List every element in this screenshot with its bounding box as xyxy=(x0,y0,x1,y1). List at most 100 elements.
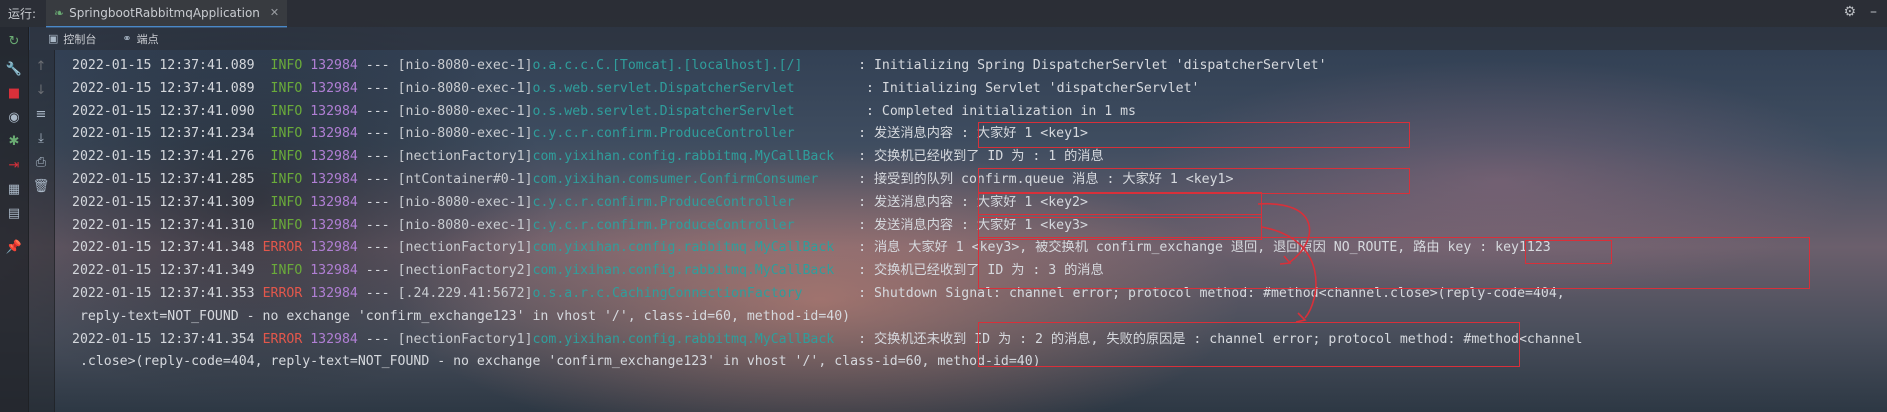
log-date: 2022-01-15 12:37:41.354 xyxy=(72,331,255,347)
log-line: 2022-01-15 12:37:41.276 INFO 132984 --- … xyxy=(72,146,1104,168)
log-pid: 132984 xyxy=(310,286,358,301)
log-logger: c.y.c.r.confirm.ProduceController xyxy=(532,194,851,210)
camera-icon[interactable]: ◉ xyxy=(4,107,24,127)
log-line: reply-text=NOT_FOUND - no exchange 'conf… xyxy=(72,306,850,328)
log-colon: : xyxy=(850,58,874,73)
log-separator: --- xyxy=(357,240,398,256)
log-colon: : xyxy=(850,172,874,187)
log-date: 2022-01-15 12:37:41.089 xyxy=(72,58,255,73)
log-pid: 132984 xyxy=(310,58,358,73)
log-line: 2022-01-15 12:37:41.354 ERROR 132984 ---… xyxy=(72,329,1582,351)
log-logger: com.yixihan.comsumer.ConfirmConsumer xyxy=(532,172,851,187)
log-message: 接受到的队列 confirm.queue 消息 : 大家好 1 <key1> xyxy=(873,172,1234,187)
grid-icon[interactable]: ▤ xyxy=(4,203,24,223)
log-pid: 132984 xyxy=(310,331,358,347)
console-output[interactable]: 2022-01-15 12:37:41.089 INFO 132984 --- … xyxy=(72,55,1887,385)
log-message: Initializing Spring DispatcherServlet 'd… xyxy=(873,58,1327,73)
log-line: 2022-01-15 12:37:41.310 INFO 132984 --- … xyxy=(72,215,1088,237)
log-separator: --- xyxy=(357,331,398,347)
log-line: 2022-01-15 12:37:41.234 INFO 132984 --- … xyxy=(72,123,1088,145)
log-pid: 132984 xyxy=(310,194,358,210)
up-arrow-icon[interactable]: ↑ xyxy=(31,56,51,76)
scroll-to-end-icon[interactable]: ⤓ xyxy=(31,128,51,148)
log-separator: --- xyxy=(357,80,398,96)
pin-icon[interactable]: 📌 xyxy=(4,237,24,257)
log-colon: : xyxy=(850,263,874,279)
debug-bug-icon[interactable]: ✱ xyxy=(4,131,24,151)
log-pid: 132984 xyxy=(310,80,358,96)
log-separator: --- xyxy=(357,126,398,142)
log-pid: 132984 xyxy=(310,263,358,279)
log-message: 交换机已经收到了 ID 为 : 1 的消息 xyxy=(873,149,1104,165)
log-level: INFO xyxy=(262,172,311,187)
log-date: 2022-01-15 12:37:41.349 xyxy=(72,263,255,279)
log-continuation: .close>(reply-code=404, reply-text=NOT_F… xyxy=(72,354,1041,370)
log-colon: : xyxy=(850,286,874,301)
log-separator: --- xyxy=(357,263,398,279)
log-pid: 132984 xyxy=(310,126,358,142)
log-line: 2022-01-15 12:37:41.089 INFO 132984 --- … xyxy=(72,78,1200,100)
exit-icon[interactable]: ⇥ xyxy=(4,155,24,175)
log-thread: [nio-8080-exec-1] xyxy=(397,217,533,233)
run-tab-label: SpringbootRabbitmqApplication xyxy=(69,5,260,20)
tab-console[interactable]: ▣ 控制台 xyxy=(40,27,104,50)
log-level: INFO xyxy=(262,58,311,73)
log-pid: 132984 xyxy=(310,149,358,165)
log-thread: [nio-8080-exec-1] xyxy=(397,194,533,210)
gear-icon[interactable]: ⚙ xyxy=(1843,4,1856,20)
log-level: ERROR xyxy=(262,331,311,347)
log-message: 发送消息内容 : 大家好 1 <key1> xyxy=(873,126,1088,142)
down-arrow-icon[interactable]: ↓ xyxy=(31,80,51,100)
soft-wrap-icon[interactable]: ≡ xyxy=(31,104,51,124)
log-separator: --- xyxy=(357,58,398,73)
log-date: 2022-01-15 12:37:41.234 xyxy=(72,126,255,142)
log-date: 2022-01-15 12:37:41.309 xyxy=(72,194,255,210)
log-level: INFO xyxy=(262,126,311,142)
close-icon[interactable]: ✕ xyxy=(270,6,279,19)
log-pid: 132984 xyxy=(310,172,358,187)
log-thread: [nectionFactory2] xyxy=(397,263,533,279)
log-thread: [nectionFactory1] xyxy=(397,240,533,256)
log-line: 2022-01-15 12:37:41.353 ERROR 132984 ---… xyxy=(72,283,1565,305)
layout-icon[interactable]: ▦ xyxy=(4,179,24,199)
log-message: 交换机已经收到了 ID 为 : 3 的消息 xyxy=(873,263,1104,279)
log-pid: 132984 xyxy=(310,103,358,119)
log-line: 2022-01-15 12:37:41.285 INFO 132984 --- … xyxy=(72,169,1233,191)
log-thread: [nio-8080-exec-1] xyxy=(397,58,533,73)
log-message: Completed initialization in 1 ms xyxy=(881,103,1136,119)
console-icon: ▣ xyxy=(48,32,59,45)
run-toolbar: ↻ 🔧 ■ ◉ ✱ ⇥ ▦ ▤ 📌 xyxy=(0,27,29,412)
log-logger: com.yixihan.config.rabbitmq.MyCallBack xyxy=(532,331,851,347)
stop-icon[interactable]: ■ xyxy=(4,83,24,103)
console-subtabs: ▣ 控制台 ⚭ 端点 xyxy=(30,27,1887,50)
log-colon: : xyxy=(850,240,874,256)
log-colon: : xyxy=(858,80,882,96)
tab-run-configuration[interactable]: ❧ SpringbootRabbitmqApplication ✕ xyxy=(46,0,288,28)
log-pid: 132984 xyxy=(310,217,358,233)
log-thread: [nectionFactory1] xyxy=(397,149,533,165)
log-line: 2022-01-15 12:37:41.349 INFO 132984 --- … xyxy=(72,260,1104,282)
log-level: INFO xyxy=(262,80,311,96)
log-message: Initializing Servlet 'dispatcherServlet' xyxy=(881,80,1200,96)
log-pid: 132984 xyxy=(310,240,358,256)
log-message: 发送消息内容 : 大家好 1 <key2> xyxy=(873,194,1088,210)
wrench-icon[interactable]: 🔧 xyxy=(4,59,24,79)
log-thread: [.24.229.41:5672] xyxy=(397,286,533,301)
minimize-icon[interactable]: – xyxy=(1870,4,1877,20)
rerun-icon[interactable]: ↻ xyxy=(4,31,24,51)
log-level: INFO xyxy=(262,103,311,119)
log-date: 2022-01-15 12:37:41.348 xyxy=(72,240,255,256)
log-date: 2022-01-15 12:37:41.353 xyxy=(72,286,255,301)
log-thread: [nio-8080-exec-1] xyxy=(397,80,533,96)
log-line: 2022-01-15 12:37:41.348 ERROR 132984 ---… xyxy=(72,237,1551,259)
log-level: ERROR xyxy=(262,286,311,301)
tab-endpoints[interactable]: ⚭ 端点 xyxy=(114,27,166,50)
log-colon: : xyxy=(850,194,874,210)
tab-endpoints-label: 端点 xyxy=(136,32,159,46)
log-colon: : xyxy=(858,103,882,119)
log-date: 2022-01-15 12:37:41.276 xyxy=(72,149,255,165)
log-logger: o.s.web.servlet.DispatcherServlet xyxy=(532,103,859,119)
trash-icon[interactable]: 🗑 xyxy=(31,176,51,196)
print-icon[interactable]: ⎙ xyxy=(31,152,51,172)
log-colon: : xyxy=(850,331,874,347)
